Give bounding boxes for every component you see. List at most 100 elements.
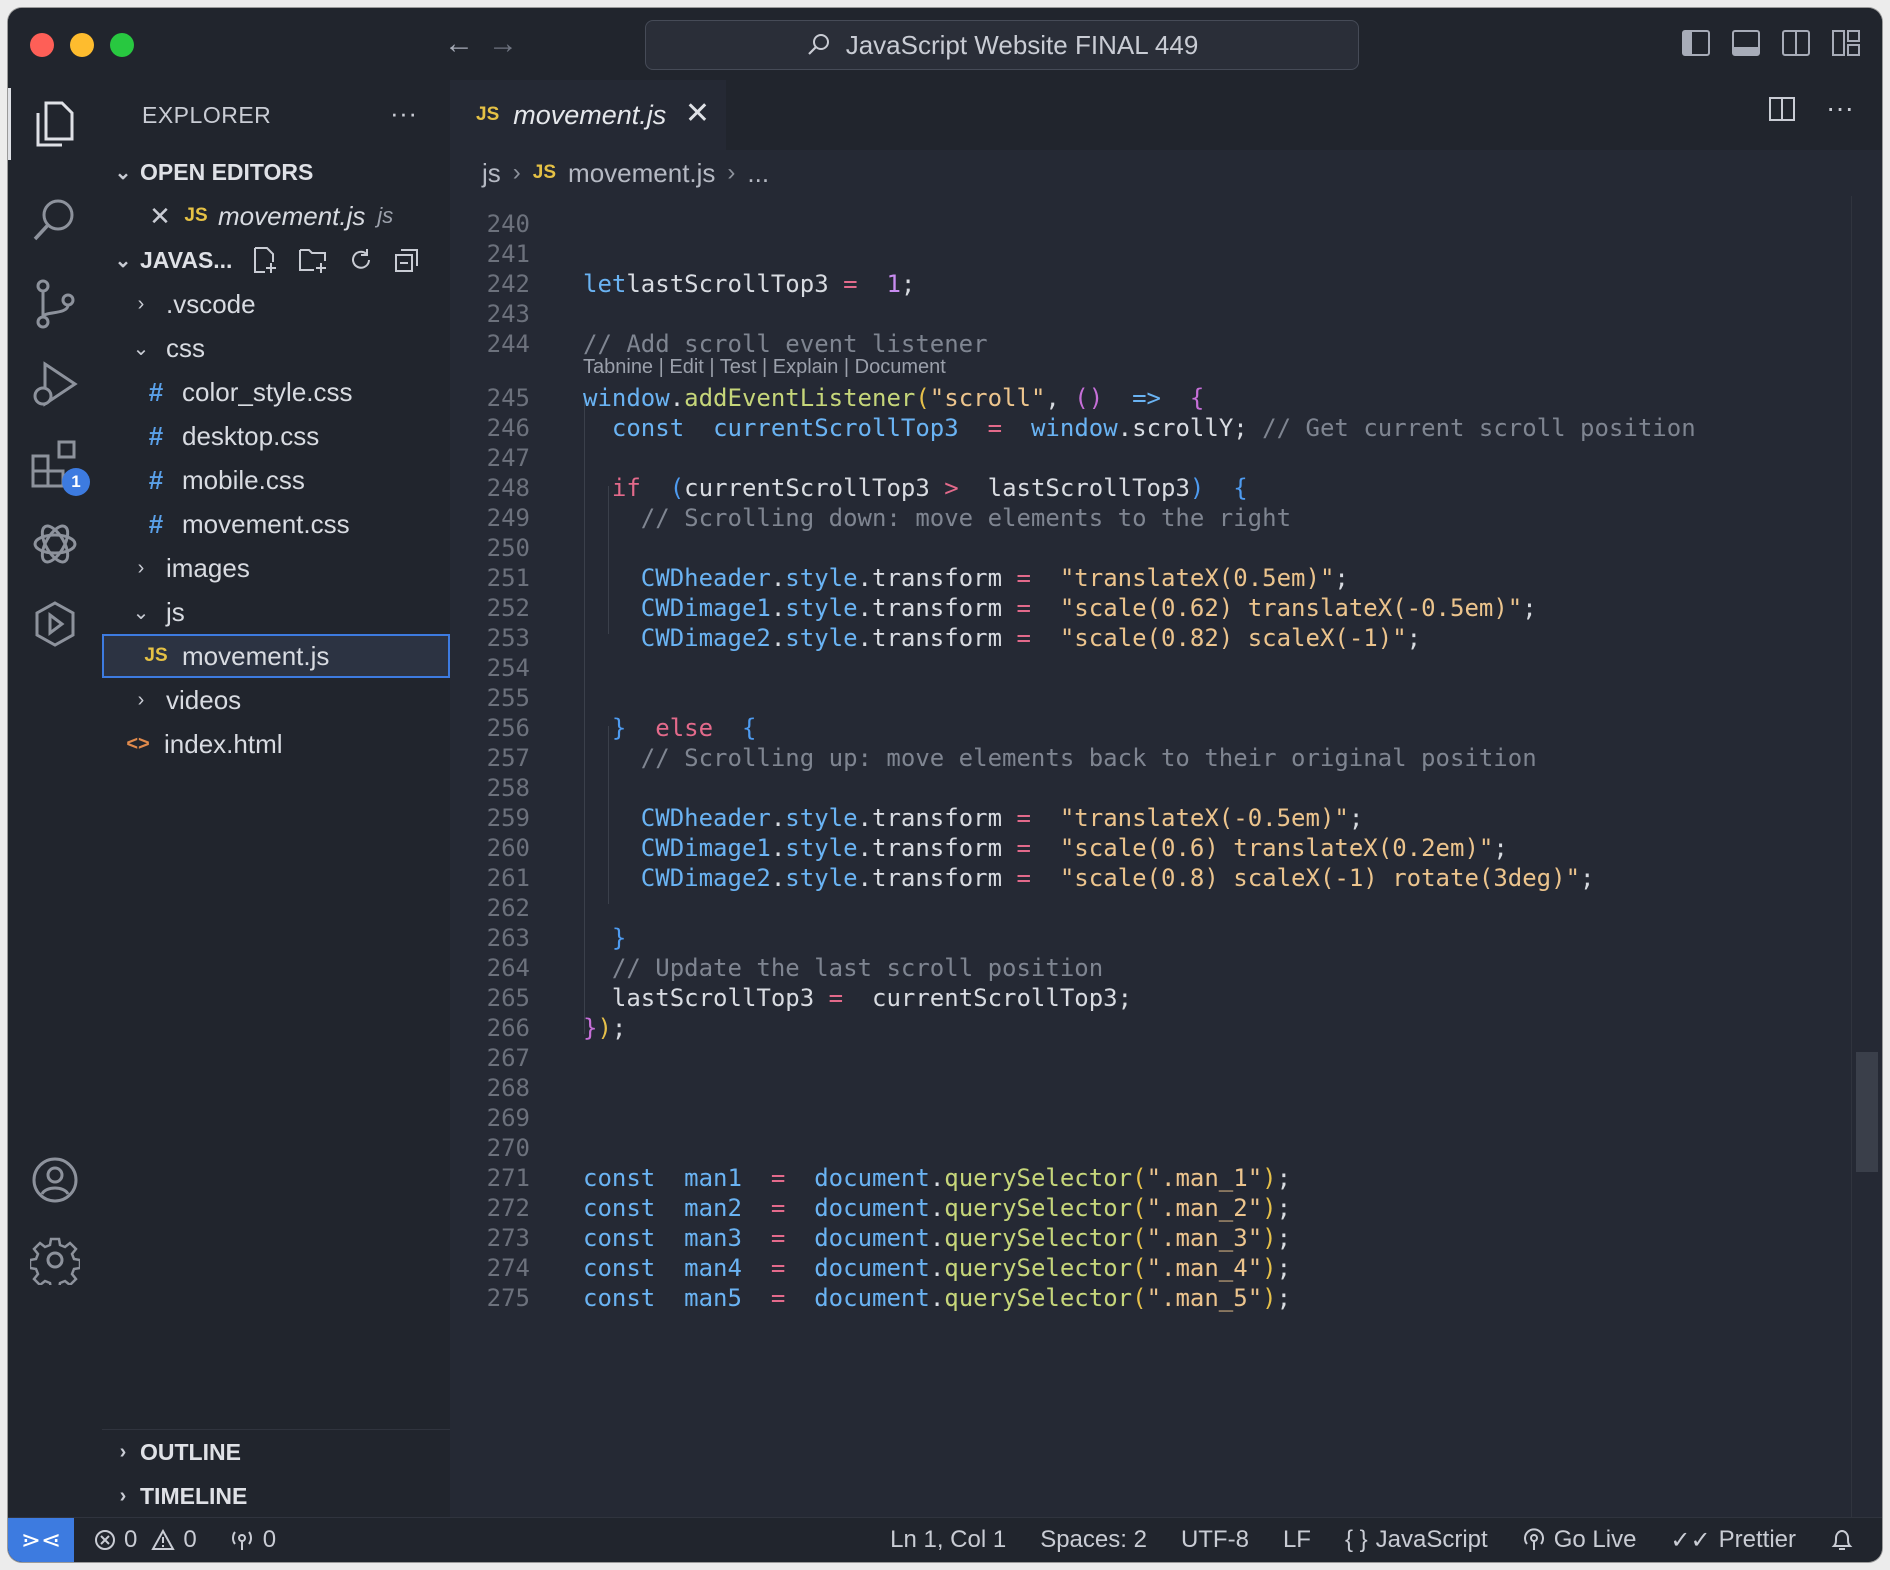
code-token: ) xyxy=(1189,474,1205,502)
settings-gear-icon[interactable] xyxy=(8,1220,102,1300)
code-editor[interactable]: 240 241 242 letlastScrollTop3 = 1; 243 244// … xyxy=(450,196,1852,1518)
code-text: const man5 = document.querySelector(".ma… xyxy=(583,1280,1291,1316)
tree-item-css[interactable]: # movement.css xyxy=(102,502,450,546)
customize-layout-icon[interactable] xyxy=(1832,30,1860,56)
code-token: style xyxy=(785,834,858,862)
code-token: "scale(0.6) translateX(0.2em)" xyxy=(1059,834,1494,862)
more-actions-icon[interactable]: ··· xyxy=(390,98,417,129)
tree-item-js[interactable]: JS movement.js xyxy=(102,634,450,678)
run-debug-icon[interactable] xyxy=(8,344,102,424)
code-token: style xyxy=(785,624,858,652)
breadcrumb-folder[interactable]: js xyxy=(482,158,501,189)
editor-scrollbar[interactable] xyxy=(1851,196,1882,1518)
editor-more-actions-icon[interactable]: ··· xyxy=(1826,94,1854,122)
zoom-window-button[interactable] xyxy=(110,33,134,57)
tree-item-label: images xyxy=(166,552,250,583)
workspace-title: JAVAS... xyxy=(140,246,233,273)
code-token: const xyxy=(583,1194,656,1222)
encoding[interactable]: UTF-8 xyxy=(1181,1526,1249,1554)
split-editor-icon[interactable] xyxy=(1768,96,1796,122)
javascript-file-icon: JS xyxy=(532,162,557,183)
tree-item-css[interactable]: # mobile.css xyxy=(102,458,450,502)
close-window-button[interactable] xyxy=(30,33,54,57)
toggle-panel-icon[interactable] xyxy=(1732,30,1760,56)
end-of-line[interactable]: LF xyxy=(1283,1526,1311,1554)
code-token: document xyxy=(814,1254,930,1282)
notifications-bell-icon[interactable] xyxy=(1830,1527,1854,1553)
outline-section[interactable]: › OUTLINE xyxy=(102,1430,450,1474)
forward-arrow-icon[interactable]: → xyxy=(488,26,518,62)
tree-item-html[interactable]: <> index.html xyxy=(102,722,450,766)
tree-item-css[interactable]: # color_style.css xyxy=(102,370,450,414)
explorer-icon[interactable] xyxy=(8,84,102,164)
back-arrow-icon[interactable]: ← xyxy=(444,26,474,62)
account-icon[interactable] xyxy=(8,1140,102,1220)
new-folder-icon[interactable] xyxy=(298,246,328,274)
code-token: ( xyxy=(915,384,930,412)
source-control-icon[interactable] xyxy=(8,264,102,344)
toggle-primary-sidebar-icon[interactable] xyxy=(1682,30,1710,56)
code-token: lastScrollTop3 xyxy=(958,474,1190,502)
code-token: ( xyxy=(1132,1164,1147,1192)
code-token: currentScrollTop3; xyxy=(843,984,1133,1012)
search-icon xyxy=(807,34,829,55)
workspace-section[interactable]: ⌄ JAVAS... xyxy=(102,238,450,282)
chatgpt-icon[interactable] xyxy=(8,504,102,584)
close-tab-icon[interactable]: ✕ xyxy=(685,96,710,131)
remote-explorer-icon[interactable] xyxy=(8,584,102,664)
minimize-window-button[interactable] xyxy=(70,33,94,57)
extensions-icon[interactable]: 1 xyxy=(8,424,102,504)
error-icon xyxy=(95,1530,115,1550)
code-token: ; xyxy=(1406,624,1422,652)
tree-item-folder[interactable]: ⌄ css xyxy=(102,326,450,370)
tree-item-folder[interactable]: › videos xyxy=(102,678,450,722)
breadcrumb-file[interactable]: movement.js xyxy=(568,158,715,189)
ports-indicator[interactable]: 0 xyxy=(229,1526,276,1554)
cursor-position[interactable]: Ln 1, Col 1 xyxy=(890,1526,1006,1554)
codelens-actions[interactable]: Tabnine | Edit | Test | Explain | Docume… xyxy=(583,352,946,382)
code-token: ; xyxy=(1276,1254,1292,1282)
collapse-all-icon[interactable] xyxy=(394,247,420,273)
new-file-icon[interactable] xyxy=(252,246,278,274)
scrollbar-thumb[interactable] xyxy=(1856,1052,1878,1172)
code-token: querySelector xyxy=(944,1224,1133,1252)
prettier-status[interactable]: ✓✓ Prettier xyxy=(1670,1526,1796,1555)
refresh-icon[interactable] xyxy=(348,247,374,273)
language-mode[interactable]: { } JavaScript xyxy=(1345,1526,1488,1554)
open-editors-section[interactable]: ⌄ OPEN EDITORS xyxy=(102,150,450,194)
search-icon[interactable] xyxy=(8,180,102,260)
indentation[interactable]: Spaces: 2 xyxy=(1040,1526,1147,1554)
code-token: querySelector xyxy=(944,1284,1133,1312)
code-token: ) xyxy=(1262,1254,1277,1282)
chevron-right-icon: › xyxy=(119,1484,127,1507)
open-editor-item[interactable]: ✕ JS movement.js js xyxy=(102,194,450,238)
tab-movement-js[interactable]: JS movement.js ✕ xyxy=(450,80,726,150)
tree-item-folder[interactable]: ⌄ js xyxy=(102,590,450,634)
open-editor-filename: movement.js xyxy=(218,200,366,231)
tree-item-folder[interactable]: › images xyxy=(102,546,450,590)
command-center-search[interactable]: JavaScript Website FINAL 449 xyxy=(645,20,1359,70)
close-icon[interactable]: ✕ xyxy=(142,201,178,232)
timeline-title: TIMELINE xyxy=(140,1482,248,1509)
code-token: ".man_4" xyxy=(1146,1254,1263,1282)
tree-item-label: mobile.css xyxy=(182,464,305,495)
code-token: lastScrollTop3 xyxy=(583,984,829,1012)
timeline-section[interactable]: › TIMELINE xyxy=(102,1474,450,1518)
javascript-file-icon: JS xyxy=(184,205,208,226)
code-token: ( xyxy=(669,474,685,502)
tree-item-css[interactable]: # desktop.css xyxy=(102,414,450,458)
toggle-secondary-sidebar-icon[interactable] xyxy=(1782,30,1810,56)
go-live-button[interactable]: Go Live xyxy=(1522,1526,1636,1554)
problems-indicator[interactable]: 0 0 xyxy=(94,1526,197,1554)
breadcrumb-symbol[interactable]: ... xyxy=(747,158,769,189)
remote-indicator[interactable]: ⋗⋖ xyxy=(8,1518,74,1562)
tree-item-folder[interactable]: › .vscode xyxy=(102,282,450,326)
code-token: style xyxy=(785,594,858,622)
